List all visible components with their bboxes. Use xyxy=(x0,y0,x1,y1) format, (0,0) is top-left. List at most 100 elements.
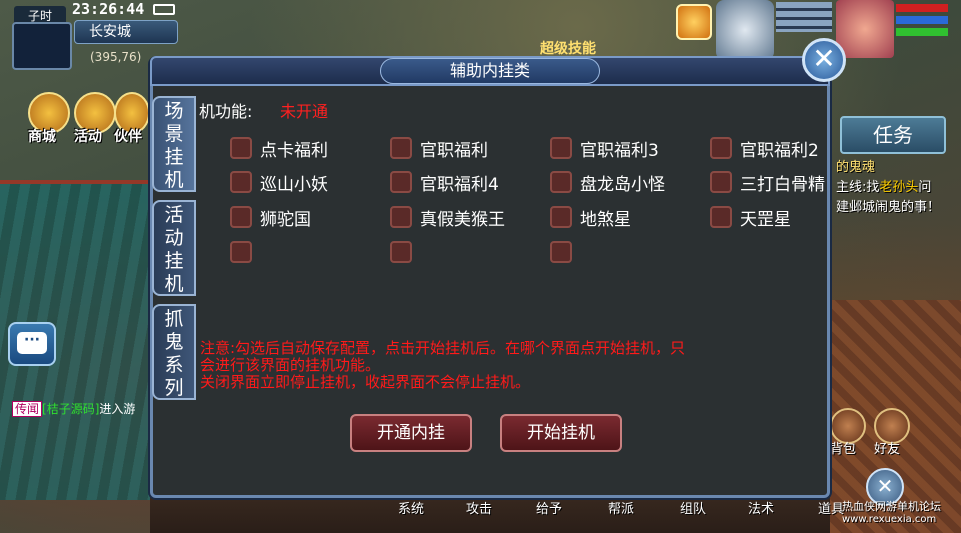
friends-label: 好友 xyxy=(874,442,901,457)
guild-button[interactable]: 帮派 xyxy=(608,498,634,517)
chat-button[interactable]: ··· xyxy=(8,322,56,366)
checkbox[interactable] xyxy=(230,171,252,193)
option-checkbox[interactable]: 三打白骨精 xyxy=(710,170,828,194)
option-checkbox[interactable]: 官职福利 xyxy=(390,136,488,161)
checkbox[interactable] xyxy=(710,137,732,159)
watermark-url: www.rexuexia.com xyxy=(842,514,937,525)
checkbox[interactable] xyxy=(390,137,412,159)
partner-label: 伙伴 xyxy=(114,129,142,145)
give-button[interactable]: 给予 xyxy=(536,498,562,517)
backpack-label: 背包 xyxy=(830,442,857,457)
checkbox[interactable] xyxy=(390,206,412,228)
notice-text: 注意:勾选后自动保存配置，点击开始挂机后。在哪个界面点开始挂机，只 会进行该界面… xyxy=(200,340,810,391)
city-name[interactable]: 长安城 xyxy=(74,20,178,44)
coordinates: (395,76) xyxy=(90,50,142,64)
checkbox[interactable] xyxy=(230,241,252,263)
option-checkbox[interactable]: 天罡星 xyxy=(710,205,791,230)
checkbox[interactable] xyxy=(550,206,572,228)
checkbox[interactable] xyxy=(230,137,252,159)
option-checkbox[interactable]: 狮驼国 xyxy=(230,205,311,230)
checkbox[interactable] xyxy=(710,171,732,193)
option-label: 盘龙岛小怪 xyxy=(580,174,665,195)
tab-char: 系 xyxy=(164,354,184,376)
mall-label: 商城 xyxy=(28,129,56,145)
option-checkbox[interactable]: 地煞星 xyxy=(550,205,631,230)
mall-button[interactable]: 商城 xyxy=(28,92,70,146)
function-label: 机功能: xyxy=(199,102,253,121)
option-label: 官职福利4 xyxy=(420,174,499,195)
rumor-text: 进入游 xyxy=(99,402,136,416)
rumor-tag: 传闻 xyxy=(12,401,43,417)
watermark-text: 热血侠网游单机论坛 xyxy=(842,500,941,513)
option-label: 官职福利2 xyxy=(740,140,819,161)
checkbox[interactable] xyxy=(550,137,572,159)
super-skill-label[interactable]: 超级技能 xyxy=(540,38,596,58)
quest-prefix: 主线:找 xyxy=(836,180,880,195)
sp-bar xyxy=(896,28,948,36)
checkbox[interactable] xyxy=(230,206,252,228)
tab-char: 机 xyxy=(164,169,184,191)
option-label: 地煞星 xyxy=(580,209,631,230)
quest-tracker[interactable]: 的鬼魂 主线:找老孙头问 建邺城闹鬼的事！ xyxy=(836,158,961,218)
hp-bar xyxy=(896,4,948,12)
spell-button[interactable]: 法术 xyxy=(748,498,774,517)
notice-line: 关闭界面立即停止挂机，收起界面不会停止挂机。 xyxy=(200,373,531,391)
item-button[interactable]: 道具 xyxy=(818,498,844,517)
option-label: 官职福利3 xyxy=(580,140,659,161)
option-checkbox[interactable]: 真假美猴王 xyxy=(390,205,505,230)
option-checkbox[interactable]: 点卡福利 xyxy=(230,136,328,161)
checkbox[interactable] xyxy=(710,206,732,228)
attack-button[interactable]: 攻击 xyxy=(466,498,492,517)
tab-char: 挂 xyxy=(164,146,184,168)
tab-char: 挂 xyxy=(164,250,184,272)
checkbox[interactable] xyxy=(390,241,412,263)
checkbox[interactable] xyxy=(550,171,572,193)
backpack-button[interactable]: 背包 xyxy=(830,408,866,457)
checkbox[interactable] xyxy=(390,171,412,193)
tab-char: 动 xyxy=(164,227,184,249)
option-checkbox[interactable]: 官职福利4 xyxy=(390,170,499,195)
activate-plugin-button[interactable]: 开通内挂 xyxy=(350,414,472,452)
option-checkbox[interactable] xyxy=(390,240,420,264)
pet-avatar-icon[interactable] xyxy=(676,4,712,40)
option-label: 官职福利 xyxy=(420,140,488,161)
team-button[interactable]: 组队 xyxy=(680,498,706,517)
tab-char: 景 xyxy=(164,123,184,145)
task-button[interactable]: 任务 xyxy=(840,116,946,154)
option-checkbox[interactable]: 巡山小妖 xyxy=(230,170,328,195)
option-checkbox[interactable]: 盘龙岛小怪 xyxy=(550,170,665,195)
rumor-name: [桔子源码] xyxy=(42,402,100,416)
tab-char: 场 xyxy=(164,100,184,122)
option-checkbox[interactable] xyxy=(230,240,260,264)
notice-line: 注意:勾选后自动保存配置，点击开始挂机后。在哪个界面点开始挂机，只 xyxy=(200,339,686,357)
notice-line: 会进行该界面的挂机功能。 xyxy=(200,356,381,374)
panda-pet-avatar-icon[interactable] xyxy=(716,0,774,60)
minimap-icon[interactable] xyxy=(12,22,72,70)
tab-activity-idle[interactable]: 活 动 挂 机 xyxy=(152,200,196,296)
close-button[interactable]: ✕ xyxy=(802,38,846,82)
mp-bar xyxy=(896,16,948,24)
quest-line-2: 建邺城闹鬼的事！ xyxy=(836,200,941,215)
activity-label: 活动 xyxy=(74,129,102,145)
tab-scene-idle[interactable]: 场 景 挂 机 xyxy=(152,96,196,192)
tab-char: 机 xyxy=(164,273,184,295)
player-avatar[interactable] xyxy=(836,0,894,58)
option-label: 三打白骨精 xyxy=(740,174,825,195)
pet-status-bars xyxy=(776,2,832,32)
option-label: 巡山小妖 xyxy=(260,174,328,195)
system-button[interactable]: 系统 xyxy=(398,498,424,517)
option-checkbox[interactable]: 官职福利3 xyxy=(550,136,659,161)
start-idle-button[interactable]: 开始挂机 xyxy=(500,414,622,452)
option-checkbox[interactable] xyxy=(550,240,580,264)
tab-char: 列 xyxy=(164,377,184,399)
quest-suffix: 问 xyxy=(918,180,932,195)
tab-ghost-series[interactable]: 抓 鬼 系 列 xyxy=(152,304,196,400)
clock: 23:26:44 xyxy=(72,0,145,18)
checkbox[interactable] xyxy=(550,241,572,263)
friends-button[interactable]: 好友 xyxy=(874,408,910,457)
partner-button[interactable]: 伙伴 xyxy=(114,92,150,146)
tab-char: 抓 xyxy=(164,308,184,330)
option-label: 天罡星 xyxy=(740,209,791,230)
option-checkbox[interactable]: 官职福利2 xyxy=(710,136,828,160)
activity-button[interactable]: 活动 xyxy=(74,92,116,146)
